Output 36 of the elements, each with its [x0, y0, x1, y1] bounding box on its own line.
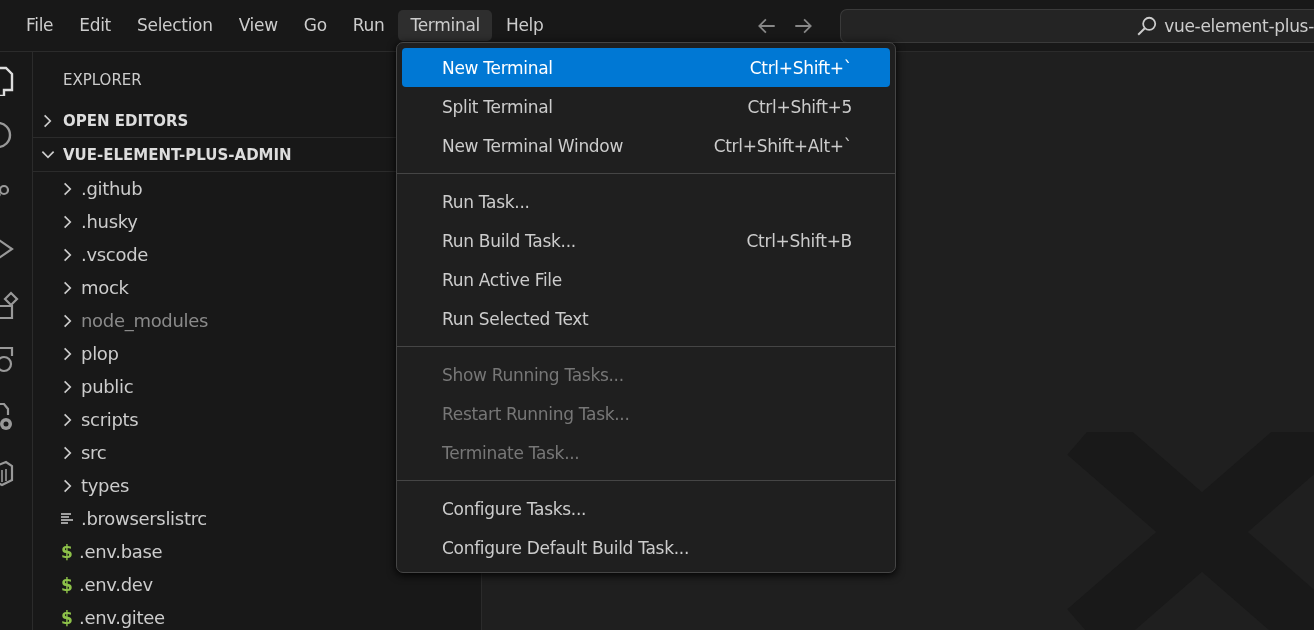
menu-label: Show Running Tasks...: [442, 364, 624, 385]
menu-item[interactable]: Edit: [67, 10, 123, 41]
menu-item[interactable]: New Terminal Ctrl+Shift+`: [402, 48, 890, 87]
menu-item[interactable]: Help: [493, 10, 556, 41]
dollar-icon: $: [59, 574, 75, 595]
shortcut: Ctrl+Shift+B: [746, 230, 852, 251]
menu-item[interactable]: View: [226, 10, 290, 41]
shortcut: Ctrl+Shift+Alt+`: [713, 135, 852, 156]
tree-item[interactable]: $ .env.gitee: [33, 601, 481, 630]
search-field[interactable]: vue-element-plus-: [839, 8, 1314, 43]
menu-item[interactable]: File: [14, 10, 66, 41]
text-lines-icon: [59, 510, 75, 527]
menu-item[interactable]: Terminal: [398, 10, 492, 41]
menu-item[interactable]: Run: [340, 10, 397, 41]
menu-item[interactable]: Run Build Task... Ctrl+Shift+B: [402, 221, 890, 260]
menu-label: Run Build Task...: [442, 230, 576, 251]
menu-label: New Terminal: [442, 57, 553, 78]
menu-label: Configure Default Build Task...: [442, 537, 689, 558]
tree-item[interactable]: $ .env.dev: [33, 568, 481, 601]
shortcut: Ctrl+Shift+5: [747, 96, 852, 117]
extensions-icon[interactable]: [0, 290, 20, 320]
menu-item[interactable]: Run Selected Text: [402, 299, 890, 338]
shortcut: Ctrl+Shift+`: [749, 57, 852, 78]
menu-item[interactable]: Configure Default Build Task...: [402, 528, 890, 567]
menu-label: Run Active File: [442, 269, 562, 290]
explorer-title: EXPLORER: [63, 71, 142, 89]
menu-label: Run Task...: [442, 191, 530, 212]
menu-item[interactable]: Run Task...: [402, 182, 890, 221]
menu-item[interactable]: Run Active File: [402, 260, 890, 299]
dollar-icon: $: [59, 541, 75, 562]
menu-item[interactable]: Selection: [125, 10, 225, 41]
menu-label: Terminate Task...: [442, 442, 580, 463]
menu-label: Run Selected Text: [442, 308, 589, 329]
menu-label: Restart Running Task...: [442, 403, 630, 424]
dollar-icon: $: [59, 607, 75, 628]
menu-item[interactable]: Go: [291, 10, 339, 41]
